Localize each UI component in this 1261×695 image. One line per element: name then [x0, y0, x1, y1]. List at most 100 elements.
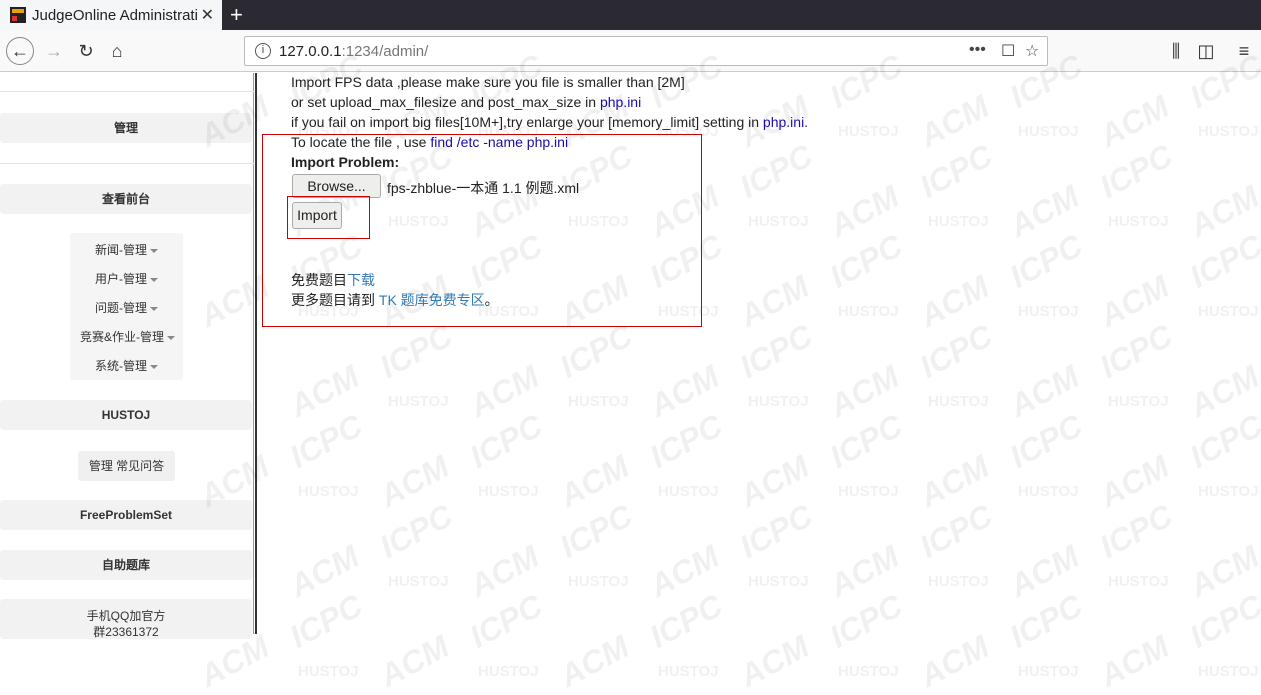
watermark-hustoj: HUSTOJ: [478, 483, 539, 500]
watermark-acm: ACM: [1183, 358, 1261, 425]
watermark-acm: ACM: [1003, 538, 1085, 605]
watermark-hustoj: HUSTOJ: [1108, 573, 1169, 590]
browser-tab[interactable]: JudgeOnline Administration ✕: [0, 0, 222, 30]
forward-button[interactable]: →: [40, 37, 68, 65]
watermark-acm: ACM: [913, 448, 995, 515]
tk-free-zone-link[interactable]: TK 题库免费专区: [379, 292, 485, 308]
watermark-acm: ACM: [733, 448, 815, 515]
php-ini-link[interactable]: php.ini: [600, 94, 641, 110]
watermark-hustoj: HUSTOJ: [1198, 303, 1259, 320]
watermark-icpc: ICPC: [1003, 227, 1089, 295]
watermark-icpc: ICPC: [283, 587, 369, 655]
sidebar-fps-header[interactable]: FreeProblemSet: [0, 500, 252, 530]
page-actions-icon[interactable]: •••: [969, 41, 986, 59]
new-tab-icon[interactable]: +: [230, 2, 243, 28]
qq-line-2: 群23361372: [93, 625, 159, 639]
pocket-icon[interactable]: ☐: [1001, 41, 1015, 61]
watermark-acm: ACM: [283, 358, 365, 425]
watermark-hustoj: HUSTOJ: [928, 573, 989, 590]
sidebar-self-bank-header[interactable]: 自助题库: [0, 550, 252, 580]
admin-sidebar: 管理 查看前台 新闻-管理 用户-管理 问题-管理 竞赛&作业-管理 系统-管理…: [0, 73, 257, 639]
watermark-hustoj: HUSTOJ: [1018, 483, 1079, 500]
library-icon[interactable]: ⫼: [1162, 37, 1190, 65]
back-button[interactable]: ←: [6, 37, 34, 65]
qq-group-info: 手机QQ加官方 群23361372: [0, 599, 252, 639]
sidebar-item-news[interactable]: 新闻-管理: [95, 241, 158, 258]
watermark-hustoj: HUSTOJ: [1018, 663, 1079, 680]
watermark-icpc: ICPC: [373, 497, 459, 565]
watermark-acm: ACM: [1003, 178, 1085, 245]
watermark-hustoj: HUSTOJ: [298, 663, 359, 680]
close-tab-icon[interactable]: ✕: [201, 5, 214, 25]
fps-info-line-3: if you fail on import big files[10M+],tr…: [291, 114, 809, 130]
watermark-icpc: ICPC: [553, 317, 639, 385]
watermark-acm: ACM: [1093, 448, 1175, 515]
watermark-acm: ACM: [643, 358, 725, 425]
watermark-icpc: ICPC: [913, 317, 999, 385]
watermark-acm: ACM: [913, 268, 995, 335]
browser-tab-bar: JudgeOnline Administration ✕ +: [0, 0, 1261, 30]
watermark-hustoj: HUSTOJ: [838, 483, 899, 500]
watermark-icpc: ICPC: [1183, 227, 1261, 295]
watermark-icpc: ICPC: [283, 407, 369, 475]
site-info-icon[interactable]: i: [255, 43, 271, 59]
watermark-icpc: ICPC: [1093, 137, 1179, 205]
sidebar-item-users[interactable]: 用户-管理: [95, 270, 158, 287]
caret-down-icon: [167, 335, 176, 340]
watermark-icpc: ICPC: [913, 497, 999, 565]
free-problems-line: 免费题目下载: [291, 272, 375, 288]
watermark-hustoj: HUSTOJ: [388, 393, 449, 410]
watermark-icpc: ICPC: [643, 407, 729, 475]
sidebar-item-system[interactable]: 系统-管理: [95, 357, 158, 374]
watermark-icpc: ICPC: [913, 137, 999, 205]
watermark-icpc: ICPC: [1183, 407, 1261, 475]
watermark-icpc: ICPC: [463, 587, 549, 655]
watermark-acm: ACM: [823, 538, 905, 605]
watermark-icpc: ICPC: [1003, 407, 1089, 475]
watermark-icpc: ICPC: [733, 137, 819, 205]
watermark-icpc: ICPC: [1183, 587, 1261, 655]
sidebar-manage-header[interactable]: 管理: [0, 113, 252, 143]
watermark-hustoj: HUSTOJ: [658, 663, 719, 680]
php-ini-link-2[interactable]: php.ini.: [763, 114, 808, 130]
reload-icon[interactable]: ↻: [72, 37, 100, 65]
tab-title: JudgeOnline Administration: [32, 6, 197, 24]
watermark-icpc: ICPC: [823, 407, 909, 475]
sidebar-divider: [0, 91, 254, 92]
bookmark-star-icon[interactable]: ☆: [1025, 41, 1039, 61]
sidebar-view-front[interactable]: 查看前台: [0, 184, 252, 214]
watermark-acm: ACM: [463, 538, 545, 605]
browse-button[interactable]: Browse...: [292, 174, 381, 198]
menu-icon[interactable]: ≡: [1230, 37, 1258, 65]
caret-down-icon: [150, 277, 158, 282]
import-problem-label: Import Problem:: [291, 154, 400, 170]
home-icon[interactable]: ⌂: [103, 37, 131, 65]
site-favicon-icon: [10, 7, 26, 23]
watermark-acm: ACM: [1003, 358, 1085, 425]
watermark-icpc: ICPC: [463, 407, 549, 475]
download-link[interactable]: 下载: [347, 272, 375, 288]
watermark-icpc: ICPC: [643, 587, 729, 655]
url-bar[interactable]: i 127.0.0.1:1234/admin/ ••• ☐ ☆: [244, 36, 1048, 66]
sidebar-item-contests[interactable]: 竞赛&作业-管理: [80, 328, 176, 345]
watermark-hustoj: HUSTOJ: [748, 393, 809, 410]
sidebar-item-problems[interactable]: 问题-管理: [95, 299, 158, 316]
watermark-hustoj: HUSTOJ: [928, 213, 989, 230]
fps-info-line-2: or set upload_max_filesize and post_max_…: [291, 94, 642, 110]
watermark-hustoj: HUSTOJ: [1198, 123, 1259, 140]
watermark-acm: ACM: [1093, 628, 1175, 695]
watermark-hustoj: HUSTOJ: [1198, 483, 1259, 500]
watermark-hustoj: HUSTOJ: [928, 393, 989, 410]
watermark-hustoj: HUSTOJ: [1018, 303, 1079, 320]
watermark-acm: ACM: [1093, 268, 1175, 335]
watermark-acm: ACM: [913, 88, 995, 155]
watermark-icpc: ICPC: [1003, 587, 1089, 655]
browser-nav-bar: ← → ↻ ⌂ i 127.0.0.1:1234/admin/ ••• ☐ ☆ …: [0, 30, 1261, 72]
watermark-hustoj: HUSTOJ: [388, 573, 449, 590]
faq-button[interactable]: 管理 常见问答: [78, 451, 175, 481]
watermark-acm: ACM: [463, 358, 545, 425]
url-text[interactable]: 127.0.0.1:1234/admin/: [279, 43, 428, 60]
sidebar-hustoj-header[interactable]: HUSTOJ: [0, 400, 252, 430]
sidebar-toggle-icon[interactable]: ◫: [1192, 37, 1220, 65]
selected-file-name: fps-zhblue-一本通 1.1 例题.xml: [387, 180, 580, 196]
